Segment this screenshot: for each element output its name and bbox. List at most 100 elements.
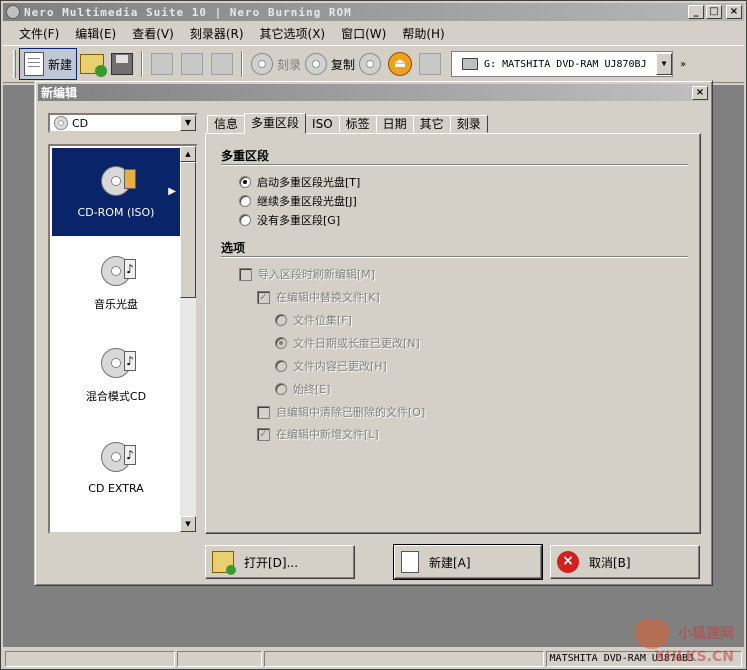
check-remove-deleted[interactable]: 自编辑中清除已删除的文件[O]: [257, 404, 425, 420]
check-replace-files[interactable]: ✓ 在编辑中替换文件[K]: [257, 289, 380, 305]
radio-indicator[interactable]: [275, 337, 287, 349]
eject-button[interactable]: ⏏: [385, 49, 415, 79]
checkbox-label: 在编辑中新增文件[L]: [276, 428, 379, 441]
burn-button[interactable]: [247, 49, 277, 79]
save-button[interactable]: [107, 49, 137, 79]
watermark: 小狐狸网 XHLKS.CN: [635, 619, 734, 665]
radio-indicator[interactable]: [275, 383, 287, 395]
burn-disc-icon: [251, 53, 274, 75]
checkbox-indicator[interactable]: ✓: [257, 290, 270, 304]
disc-info-button[interactable]: [355, 49, 385, 79]
menu-view[interactable]: 查看(V): [124, 23, 182, 44]
copy-clip-button[interactable]: [177, 49, 207, 79]
menu-edit[interactable]: 编辑(E): [67, 23, 124, 44]
scroll-up-icon[interactable]: ▲: [180, 146, 196, 162]
radio-continue-multisession[interactable]: 继续多重区段光盘[J]: [239, 193, 357, 209]
radio-content-changed[interactable]: 文件内容已更改[H]: [275, 358, 387, 374]
erase-button[interactable]: [415, 49, 445, 79]
list-item-label: CD EXTRA: [88, 481, 144, 495]
menu-help[interactable]: 帮助(H): [394, 23, 452, 44]
cut-button[interactable]: [147, 49, 177, 79]
list-item-label: CD-ROM (ISO): [77, 205, 155, 219]
tab-iso[interactable]: ISO: [305, 115, 340, 133]
disc-type-select[interactable]: CD ▼: [48, 113, 198, 133]
chevron-down-icon[interactable]: ▼: [656, 53, 673, 75]
open-button[interactable]: [77, 49, 108, 79]
cancel-button[interactable]: × 取消[B]: [550, 545, 700, 579]
scroll-down-icon[interactable]: ▼: [180, 516, 196, 532]
radio-indicator[interactable]: [275, 360, 287, 372]
tab-multisession[interactable]: 多重区段: [244, 113, 307, 134]
erase-icon: [419, 53, 442, 75]
app-titlebar: Nero Multimedia Suite 10 | Nero Burning …: [3, 3, 744, 21]
maximize-button[interactable]: □: [706, 5, 722, 19]
radio-label: 没有多重区段[G]: [257, 214, 341, 227]
close-button[interactable]: ×: [726, 5, 742, 19]
list-item-cd-rom-iso[interactable]: CD-ROM (ISO) ▶: [52, 148, 180, 236]
tab-info[interactable]: 信息: [207, 115, 246, 133]
menu-file[interactable]: 文件(F): [11, 23, 67, 44]
toolbar-separator: [241, 51, 244, 77]
radio-indicator[interactable]: [239, 214, 251, 226]
toolbar-grip[interactable]: [13, 50, 16, 78]
radio-indicator[interactable]: [239, 176, 251, 188]
tab-misc[interactable]: 其它: [412, 115, 451, 133]
group-divider: [221, 256, 688, 258]
disc-info-icon: [359, 53, 382, 75]
compilation-list: CD-ROM (ISO) ▶ ♪ 音乐光盘 ♪ 混合模式CD ♪ CD EXTR…: [48, 144, 198, 534]
app-title: Nero Multimedia Suite 10 | Nero Burning …: [24, 5, 352, 19]
menu-window[interactable]: 窗口(W): [333, 23, 394, 44]
dialog-close-button[interactable]: ×: [692, 85, 708, 100]
list-item-label: 混合模式CD: [85, 390, 147, 403]
list-item-mixed-mode-cd[interactable]: ♪ 混合模式CD: [52, 332, 180, 420]
list-scrollbar[interactable]: ▲ ▼: [180, 146, 196, 532]
copy-label[interactable]: 复制: [331, 56, 355, 73]
chevron-down-icon[interactable]: ▼: [180, 115, 196, 131]
radio-label: 文件日期或长度已更改[N]: [293, 337, 420, 350]
tab-label[interactable]: 标签: [338, 115, 377, 133]
menu-extras[interactable]: 其它选项(X): [252, 23, 334, 44]
radio-file-bits[interactable]: 文件位集[F]: [275, 312, 352, 328]
checkbox-indicator[interactable]: [257, 405, 270, 419]
check-import-refresh[interactable]: 导入区段时刷新编辑[M]: [239, 266, 375, 282]
checkbox-indicator[interactable]: [239, 267, 252, 281]
cd-rom-folder-icon: [101, 165, 136, 196]
new-button[interactable]: 新建[A]: [393, 544, 543, 580]
folder-icon: [124, 168, 136, 189]
open-file-button[interactable]: 打开[D]...: [205, 545, 355, 579]
disc-type-value: CD: [72, 116, 89, 130]
tab-burn[interactable]: 刻录: [449, 115, 488, 133]
drive-select[interactable]: G: MATSHITA DVD-RAM UJ870BJ ▼: [451, 51, 674, 77]
list-item-audio-cd[interactable]: ♪ 音乐光盘: [52, 240, 180, 328]
minimize-button[interactable]: _: [688, 5, 704, 19]
radio-label: 文件位集[F]: [293, 314, 352, 327]
copy-disc-icon-button[interactable]: [301, 49, 331, 79]
mixed-mode-icon: ♪: [101, 348, 136, 378]
nero-logo-icon: [6, 5, 20, 19]
watermark-url: XHLKS.CN: [654, 649, 734, 665]
radio-date-or-size-changed[interactable]: 文件日期或长度已更改[N]: [275, 335, 420, 351]
new-compilation-button[interactable]: 新建: [19, 48, 78, 80]
tab-dates[interactable]: 日期: [375, 115, 414, 133]
radio-indicator[interactable]: [275, 314, 287, 326]
drive-icon: [462, 58, 479, 70]
paste-button[interactable]: [207, 49, 237, 79]
list-item-label: 音乐光盘: [94, 298, 138, 311]
toolbar-more-icon[interactable]: »: [677, 59, 689, 70]
eject-icon: ⏏: [388, 52, 413, 76]
burn-label[interactable]: 刻录: [277, 56, 301, 73]
checkbox-indicator[interactable]: ✓: [257, 427, 270, 441]
list-item-cd-extra[interactable]: ♪ CD EXTRA: [52, 424, 180, 512]
radio-start-multisession[interactable]: 启动多重区段光盘[T]: [239, 174, 360, 190]
watermark-text: 小狐狸网: [678, 626, 734, 642]
menu-recorder[interactable]: 刻录器(R): [182, 23, 252, 44]
radio-indicator[interactable]: [239, 195, 251, 207]
status-cell: [176, 651, 263, 667]
scroll-thumb[interactable]: [180, 162, 196, 298]
cd-extra-icon: ♪: [101, 441, 136, 472]
radio-no-multisession[interactable]: 没有多重区段[G]: [239, 212, 340, 228]
open-button-label: 打开[D]...: [244, 555, 299, 570]
check-add-new-files[interactable]: ✓ 在编辑中新增文件[L]: [257, 426, 379, 442]
radio-always[interactable]: 始终[E]: [275, 381, 331, 397]
settings-tabs: 信息 多重区段 ISO 标签 日期 其它 刻录: [207, 113, 488, 134]
